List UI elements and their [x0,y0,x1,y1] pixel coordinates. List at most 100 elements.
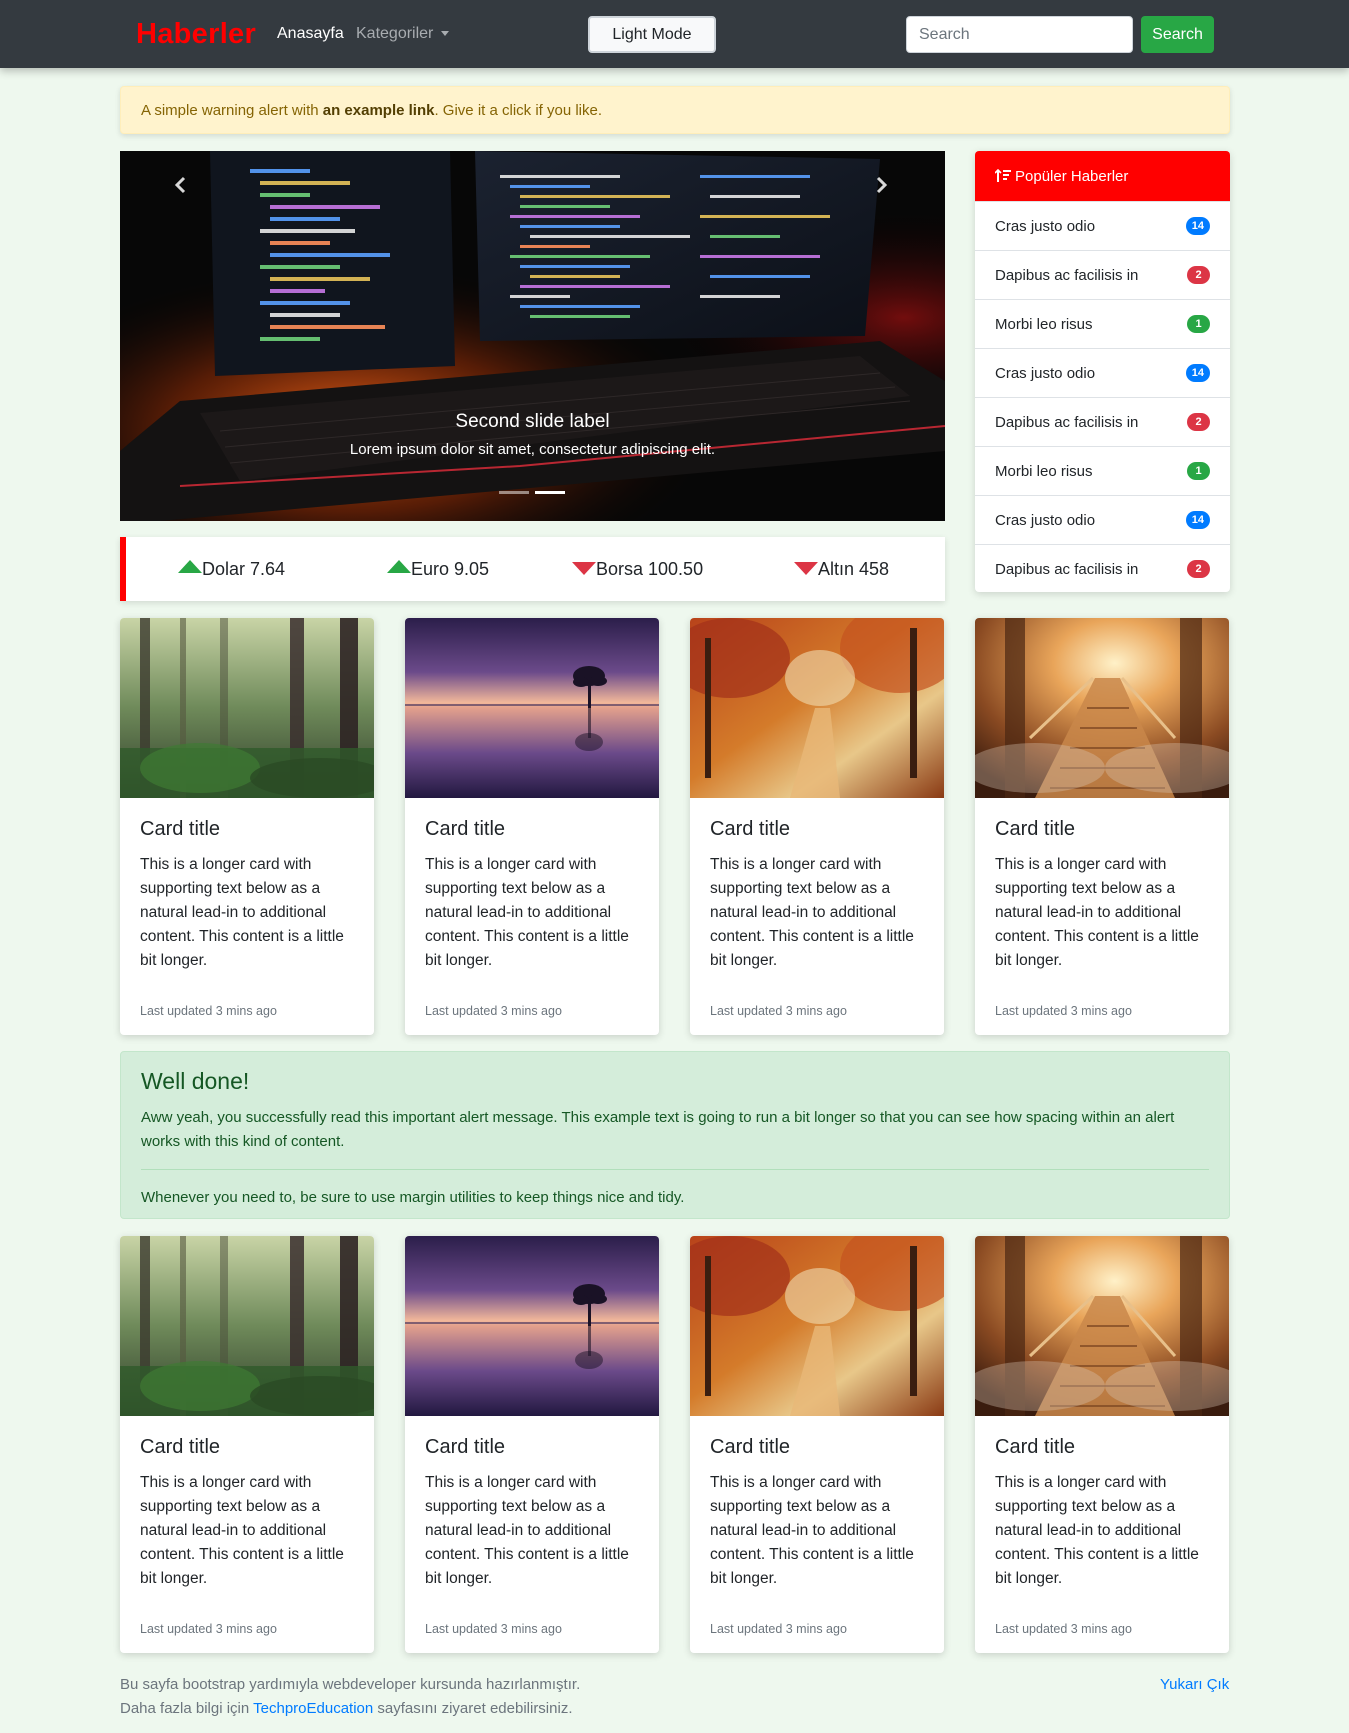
list-item[interactable]: Dapibus ac facilisis in 2 [975,250,1230,299]
list-item[interactable]: Dapibus ac facilisis in 2 [975,397,1230,446]
list-item-label: Cras justo odio [995,365,1096,382]
count-badge: 14 [1185,364,1210,382]
bridge-image [975,1236,1229,1416]
warning-alert-text: A simple warning alert with [141,102,323,119]
card-title: Card title [425,1436,506,1458]
count-badge: 1 [1187,462,1210,480]
warning-alert: A simple warning alert with an example l… [120,86,1230,134]
list-item-label: Dapibus ac facilisis in [995,267,1139,284]
chevron-left-icon[interactable] [172,176,190,194]
arrow-down-icon [572,562,596,575]
count-badge: 14 [1185,511,1210,529]
list-item[interactable]: Dapibus ac facilisis in 2 [975,544,1230,592]
back-to-top-link[interactable]: Yukarı Çık [1160,1673,1229,1697]
card-updated: Last updated 3 mins ago [995,1004,1132,1018]
count-badge: 14 [1185,217,1210,235]
footer-line-1: Bu sayfa bootstrap yardımıyla webdevelop… [120,1676,581,1693]
card-title: Card title [710,1436,791,1458]
card-updated: Last updated 3 mins ago [140,1622,277,1636]
carousel-text: Lorem ipsum dolor sit amet, consectetur … [349,441,716,458]
warning-alert-text-end: . Give it a click if you like. [434,102,603,119]
list-item-label: Morbi leo risus [995,316,1093,333]
card-title: Card title [140,818,221,840]
count-badge: 2 [1187,560,1210,578]
arrow-down-icon [794,562,818,575]
carousel-indicator-1[interactable] [499,491,529,494]
success-alert-text: Aww yeah, you successfully read this imp… [141,1109,1175,1150]
carousel-indicator-2[interactable] [535,491,565,494]
list-item[interactable]: Cras justo odio 14 [975,348,1230,397]
success-alert: Well done! Aww yeah, you successfully re… [120,1051,1230,1219]
search-button[interactable]: Search [1141,16,1214,53]
card-text: This is a longer card with supporting te… [425,1474,629,1587]
news-card[interactable]: Card title This is a longer card with su… [405,1236,659,1653]
news-card[interactable]: Card title This is a longer card with su… [690,618,944,1035]
news-card[interactable]: Card title This is a longer card with su… [975,1236,1229,1653]
count-badge: 2 [1187,266,1210,284]
footer-text: Daha fazla bilgi için [120,1700,254,1717]
card-text: This is a longer card with supporting te… [710,1474,914,1587]
list-item-label: Morbi leo risus [995,463,1093,480]
autumn-path-image [690,618,944,798]
navbar: Haberler Anasayfa Kategoriler Light Mode… [0,0,1349,68]
card-text: This is a longer card with supporting te… [710,856,914,969]
news-card[interactable]: Card title This is a longer card with su… [120,618,374,1035]
warning-alert-link[interactable]: an example link [323,102,435,119]
nav-home-link[interactable]: Anasayfa [277,25,344,43]
carousel [120,151,945,521]
laptop-code-image [120,151,945,521]
card-title: Card title [140,1436,221,1458]
list-item[interactable]: Morbi leo risus 1 [975,446,1230,495]
news-card[interactable]: Card title This is a longer card with su… [120,1236,374,1653]
list-item[interactable]: Cras justo odio 14 [975,201,1230,250]
popular-news-title: Popüler Haberler [1015,168,1129,185]
footer: Bu sayfa bootstrap yardımıyla webdevelop… [120,1673,580,1721]
brand-logo[interactable]: Haberler [136,18,256,51]
techpro-link[interactable]: TechproEducation [253,1700,373,1717]
count-badge: 2 [1187,413,1210,431]
chevron-right-icon[interactable] [872,176,890,194]
card-title: Card title [995,1436,1076,1458]
list-item-label: Dapibus ac facilisis in [995,414,1139,431]
light-mode-button[interactable]: Light Mode [588,16,716,53]
lake-sunset-image [405,1236,659,1416]
carousel-caption: Second slide label Lorem ipsum dolor sit… [120,411,945,458]
news-card[interactable]: Card title This is a longer card with su… [975,618,1229,1035]
list-item[interactable]: Cras justo odio 14 [975,495,1230,544]
forest-image [120,618,374,798]
carousel-title: Second slide label [455,411,610,432]
search-input[interactable] [906,16,1133,53]
bridge-image [975,618,1229,798]
card-text: This is a longer card with supporting te… [995,856,1199,969]
card-text: This is a longer card with supporting te… [995,1474,1199,1587]
ticker-item-borsa: Borsa 100.50 [572,559,703,580]
news-card[interactable]: Card title This is a longer card with su… [690,1236,944,1653]
popular-news-list: Popüler Haberler Cras justo odio 14 Dapib… [975,151,1230,592]
nav-categories-dropdown[interactable]: Kategoriler [356,25,450,43]
caret-down-icon [441,31,450,37]
card-updated: Last updated 3 mins ago [710,1004,847,1018]
sort-icon [994,168,1011,182]
card-text: This is a longer card with supporting te… [140,856,344,969]
divider [141,1169,1209,1170]
card-updated: Last updated 3 mins ago [995,1622,1132,1636]
card-updated: Last updated 3 mins ago [140,1004,277,1018]
card-title: Card title [710,818,791,840]
news-card[interactable]: Card title This is a longer card with su… [405,618,659,1035]
success-alert-heading: Well done! [141,1068,250,1094]
arrow-up-icon [387,560,411,573]
list-item-label: Cras justo odio [995,512,1096,529]
card-text: This is a longer card with supporting te… [140,1474,344,1587]
card-title: Card title [425,818,506,840]
card-updated: Last updated 3 mins ago [425,1004,562,1018]
list-item[interactable]: Morbi leo risus 1 [975,299,1230,348]
lake-sunset-image [405,618,659,798]
footer-line-2: Daha fazla bilgi için TechproEducation s… [120,1697,580,1721]
ticker-label: Borsa 100.50 [596,559,704,579]
footer-text-end: sayfasını ziyaret edebilirsiniz. [373,1700,573,1717]
forest-image [120,1236,374,1416]
ticker-item-altin: Altın 458 [794,559,889,580]
currency-ticker: Dolar 7.64 Euro 9.05 Borsa 100.50 Altın … [120,537,945,601]
ticker-item-dolar: Dolar 7.64 [178,559,285,580]
ticker-label: Altın 458 [818,559,890,579]
